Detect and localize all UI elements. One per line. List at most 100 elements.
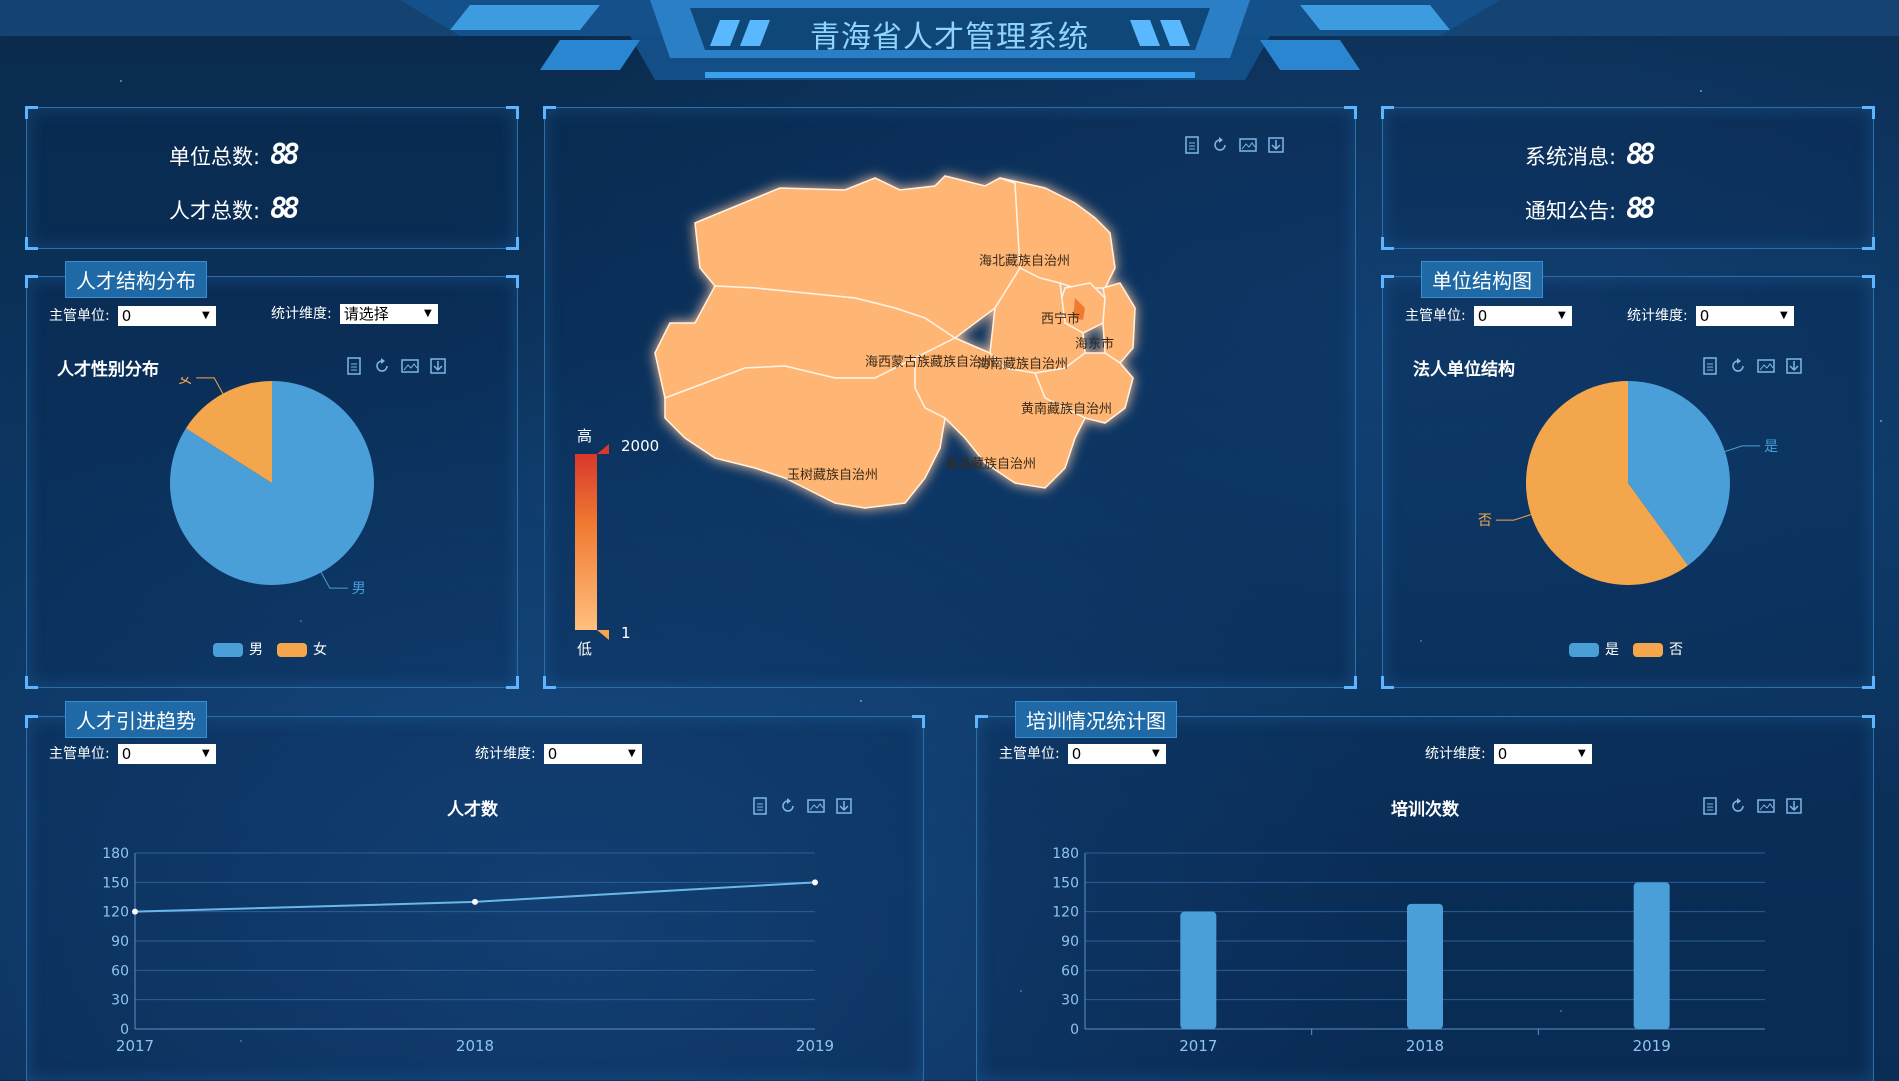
filter-label: 统计维度: [1627,308,1688,324]
line-point-2017 [132,908,138,915]
bar-2017 [1180,911,1217,1029]
y-tick-label: 150 [1052,875,1079,891]
save-image-icon[interactable] [1757,797,1775,815]
chart-toolbox [751,797,853,815]
data-view-icon[interactable] [1701,797,1719,815]
unit-select[interactable]: 0 ▼ [117,306,216,326]
unit-select[interactable]: 0 ▼ [117,744,216,764]
data-view-icon[interactable] [751,797,769,815]
legend-female[interactable]: 女 [277,639,327,659]
system-message-value: 88 [1626,138,1656,171]
map-label-xining: 西宁市 [1041,311,1080,327]
chart-title: 培训次数 [1391,800,1459,820]
map-label-huangnan: 黄南藏族自治州 [1021,401,1112,417]
x-tick-label: 2018 [1406,1037,1444,1055]
visual-map-legend[interactable]: 高 低 2000 1 [575,427,659,658]
unit-select[interactable]: 0 ▼ [1067,744,1166,764]
unit-structure-filter-unit: 主管单位: 0 ▼ [1405,305,1572,326]
training-filter-dimension: 统计维度: 0 ▼ [1425,743,1592,764]
y-tick-label: 120 [102,905,129,921]
stats-panel-right: 系统消息: 88 通知公告: 88 [1381,106,1875,250]
y-tick-label: 30 [111,993,129,1009]
download-icon[interactable] [429,357,447,375]
filter-label: 统计维度: [271,306,332,322]
unit-total-stat: 单位总数: 88 [169,138,300,171]
save-image-icon[interactable] [807,797,825,815]
visual-map-high-label: 高 [577,427,592,445]
training-filter-unit: 主管单位: 0 ▼ [999,743,1166,764]
visual-map-min: 1 [621,624,631,642]
talent-total-stat: 人才总数: 88 [169,192,300,225]
map-label-yushu: 玉树藏族自治州 [787,467,878,483]
dimension-select[interactable]: 0 ▼ [1493,744,1592,764]
chart-toolbox [1701,797,1803,815]
visual-map-handle-low [597,630,609,640]
pie-label: 女 [178,377,192,387]
save-image-icon[interactable] [1757,357,1775,375]
notice-stat[interactable]: 通知公告: 88 [1525,192,1656,225]
pie-label-line [320,572,348,589]
legend-yes[interactable]: 是 [1569,639,1619,659]
map-label-haidong: 海东市 [1075,336,1114,352]
x-tick-label: 2019 [1633,1037,1671,1055]
y-tick-label: 0 [1070,1022,1079,1038]
x-tick-label: 2017 [116,1037,154,1055]
stats-panel-left: 单位总数: 88 人才总数: 88 [25,106,519,250]
filter-label: 主管单位: [49,746,110,762]
talent-structure-filter-unit: 主管单位: 0 ▼ [49,305,216,326]
unit-select[interactable]: 0 ▼ [1473,306,1572,326]
talent-total-value: 88 [270,192,300,225]
y-tick-label: 30 [1061,993,1079,1009]
qinghai-map: 海西蒙古族藏族自治州 海北藏族自治州 西宁市 海东市 海南藏族自治州 黄南藏族自… [575,175,1136,658]
x-tick-label: 2019 [796,1037,834,1055]
system-message-stat[interactable]: 系统消息: 88 [1525,138,1656,171]
filter-label: 主管单位: [49,308,110,324]
legend-male[interactable]: 男 [213,639,263,659]
restore-icon[interactable] [1729,797,1747,815]
header: 青海省人才管理系统 [0,0,1899,95]
download-icon[interactable] [1785,357,1803,375]
talent-trend-filter-dimension: 统计维度: 0 ▼ [475,743,642,764]
filter-label: 主管单位: [999,746,1060,762]
restore-icon[interactable] [1729,357,1747,375]
filter-label: 统计维度: [1425,746,1486,762]
filter-label: 统计维度: [475,746,536,762]
restore-icon[interactable] [779,797,797,815]
y-tick-label: 90 [111,934,129,950]
talent-total-label: 人才总数: [169,199,261,223]
dimension-select[interactable]: 0 ▼ [543,744,642,764]
talent-trend-tab: 人才引进趋势 [65,701,207,738]
x-tick-label: 2017 [1179,1037,1217,1055]
talent-structure-tab: 人才结构分布 [65,261,207,298]
system-message-label: 系统消息: [1525,145,1617,169]
bar-2018 [1407,903,1443,1029]
y-tick-label: 60 [1061,963,1079,979]
restore-icon[interactable] [373,357,391,375]
chart-toolbox [345,357,447,375]
line-point-2019 [812,879,818,886]
data-view-icon[interactable] [345,357,363,375]
unit-structure-panel: 单位结构图 主管单位: 0 ▼ 统计维度: 0 ▼ 法人单位结构 是否 是 否 [1381,261,1875,689]
visual-map-max: 2000 [621,437,659,455]
pie-label-line [1495,514,1532,521]
unit-total-value: 88 [270,138,300,171]
notice-label: 通知公告: [1525,199,1617,223]
dimension-select[interactable]: 0 ▼ [1695,306,1794,326]
unit-total-label: 单位总数: [169,145,261,169]
pie-label-line [1724,445,1761,452]
chart-toolbox [1701,357,1803,375]
download-icon[interactable] [835,797,853,815]
visual-map-handle-high [597,444,609,454]
line-point-2018 [472,898,478,905]
download-icon[interactable] [1785,797,1803,815]
legend-no[interactable]: 否 [1633,639,1683,659]
y-tick-label: 180 [1052,846,1079,862]
y-tick-label: 180 [102,846,129,862]
training-panel: 培训情况统计图 主管单位: 0 ▼ 统计维度: 0 ▼ 培训次数 0 30 60 90 120 1… [975,701,1875,1081]
talent-structure-panel: 人才结构分布 主管单位: 0 ▼ 统计维度: 请选择 ▼ 人才性别分布 男女 男 女 [25,261,519,689]
y-tick-label: 0 [120,1022,129,1038]
map-label-haixi: 海西蒙古族藏族自治州 [865,354,995,370]
save-image-icon[interactable] [401,357,419,375]
dimension-select[interactable]: 请选择 ▼ [339,304,438,324]
data-view-icon[interactable] [1701,357,1719,375]
